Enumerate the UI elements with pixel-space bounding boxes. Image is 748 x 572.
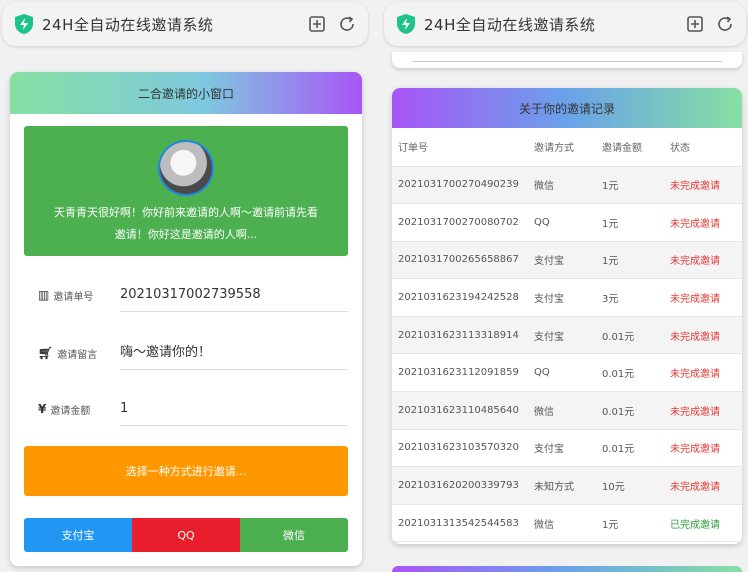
- message-row: 🛒︎ 邀请留言 嗨～邀请你的！: [38, 336, 348, 370]
- status-cell: 未完成邀请: [664, 166, 742, 205]
- status-cell: 未完成邀请: [664, 203, 742, 242]
- barcode-icon: ▥: [38, 288, 50, 302]
- status-cell: 未完成邀请: [664, 466, 742, 505]
- refresh-icon[interactable]: [338, 15, 356, 33]
- records-card-header: 关于你的邀请记录: [392, 88, 742, 128]
- next-card-edge: [392, 566, 742, 572]
- status-cell: 未完成邀请: [664, 391, 742, 430]
- status-cell: 未完成邀请: [664, 429, 742, 468]
- invite-card: 二合邀请的小窗口 天青青天很好啊！你好前来邀请的人啊～邀请前请先看 邀请！你好这…: [10, 72, 362, 566]
- method-cell: QQ: [528, 203, 596, 242]
- method-cell: 支付宝: [528, 278, 596, 317]
- amount-row: ¥ 邀请金额 1: [38, 392, 348, 426]
- amount-label: 邀请金额: [50, 405, 91, 417]
- column-header: 邀请金额: [596, 128, 664, 167]
- column-header: 订单号: [392, 128, 528, 167]
- shield-icon: [15, 14, 33, 34]
- previous-card-edge: [392, 52, 742, 68]
- greeting-panel: 天青青天很好啊！你好前来邀请的人啊～邀请前请先看 邀请！你好这是邀请的人啊...: [24, 126, 348, 256]
- table-row: 20210317002656588​67 支付宝 1元 未完成邀请: [392, 241, 742, 280]
- shield-icon: [397, 14, 415, 34]
- records-card: 关于你的邀请记录 订单号 邀请方式 邀请金额 状态 20210317002704…: [392, 88, 742, 544]
- greeting-text: 天青青天很好啊！你好前来邀请的人啊～邀请前请先看 邀请！你好这是邀请的人啊...: [24, 202, 348, 246]
- app-title: 24H全自动在线邀请系统: [42, 15, 214, 34]
- amount-cell: 0.01元: [596, 353, 664, 393]
- method-cell: 微信: [528, 166, 596, 205]
- greeting-line-2: 邀请！你好这是邀请的人啊...: [114, 228, 258, 241]
- status-cell: 未完成邀请: [664, 241, 742, 280]
- amount-cell: 1元: [596, 504, 664, 543]
- method-cell: 支付宝: [528, 316, 596, 355]
- invite-card-header: 二合邀请的小窗口: [10, 72, 362, 114]
- cart-icon: 🛒︎: [38, 346, 54, 360]
- records-table: 订单号 邀请方式 邀请金额 状态 20210317002704902​39 微信 1…: [392, 128, 742, 543]
- method-cell: 支付宝: [528, 429, 596, 468]
- order-id-cell: 20210316202003397​93: [392, 466, 528, 505]
- amount-cell: 0.01元: [596, 316, 664, 355]
- table-header-row: 订单号 邀请方式 邀请金额 状态: [392, 128, 742, 167]
- table-row: 20210316231104856​40 微信 0.01元 未完成邀请: [392, 391, 742, 430]
- method-cell: QQ: [528, 353, 596, 393]
- top-bar-right: 24H全自动在线邀请系统: [384, 2, 746, 46]
- status-cell: 未完成邀请: [664, 353, 742, 393]
- bookmark-add-icon[interactable]: [686, 15, 704, 33]
- order-id-cell: 20210316231133189​14: [392, 316, 528, 355]
- message-field[interactable]: 嗨～邀请你的！: [120, 336, 348, 370]
- amount-cell: 10元: [596, 466, 664, 505]
- amount-field[interactable]: 1: [120, 392, 348, 426]
- order-id-cell: 20210316231120918​59: [392, 353, 528, 393]
- qq-button[interactable]: QQ: [132, 518, 240, 552]
- wechat-button[interactable]: 微信: [240, 518, 348, 552]
- order-id-cell: 20210317002700807​02: [392, 203, 528, 242]
- payment-method-bar: 支付宝 QQ 微信: [24, 518, 348, 552]
- table-row: 20210316231120918​59 QQ 0.01元 未完成邀请: [392, 353, 742, 393]
- table-row: 20210317002700807​02 QQ 1元 未完成邀请: [392, 203, 742, 242]
- order-number-row: ▥ 邀请单号 20210317002739558: [38, 278, 348, 312]
- order-number-label: 邀请单号: [53, 291, 94, 303]
- order-id-cell: 20210316231104856​40: [392, 391, 528, 430]
- top-bar-left: 24H全自动在线邀请系统: [2, 2, 368, 46]
- alipay-button[interactable]: 支付宝: [24, 518, 132, 552]
- yen-icon: ¥: [38, 402, 47, 416]
- table-row: 20210316231035703​20 支付宝 0.01元 未完成邀请: [392, 429, 742, 468]
- order-id-cell: 20210317002704902​39: [392, 166, 528, 205]
- method-cell: 未知方式: [528, 466, 596, 505]
- amount-cell: 3元: [596, 278, 664, 317]
- method-cell: 微信: [528, 391, 596, 430]
- app-title: 24H全自动在线邀请系统: [424, 15, 596, 34]
- amount-cell: 1元: [596, 203, 664, 242]
- amount-cell: 0.01元: [596, 429, 664, 468]
- method-cell: 微信: [528, 504, 596, 543]
- table-row: 20210316231942425​28 支付宝 3元 未完成邀请: [392, 278, 742, 317]
- order-id-cell: 20210316231942425​28: [392, 278, 528, 317]
- amount-cell: 1元: [596, 241, 664, 280]
- table-row: 20210316202003397​93 未知方式 10元 未完成邀请: [392, 466, 742, 505]
- amount-cell: 0.01元: [596, 391, 664, 430]
- order-id-cell: 20210313135425445​83: [392, 504, 528, 543]
- table-row: 20210313135425445​83 微信 1元 已完成邀请: [392, 504, 742, 543]
- table-row: 20210317002704902​39 微信 1元 未完成邀请: [392, 166, 742, 205]
- order-id-cell: 20210316231035703​20: [392, 429, 528, 468]
- method-cell: 支付宝: [528, 241, 596, 280]
- status-cell: 未完成邀请: [664, 316, 742, 355]
- table-row: 20210316231133189​14 支付宝 0.01元 未完成邀请: [392, 316, 742, 355]
- message-label: 邀请留言: [57, 349, 98, 361]
- order-number-field[interactable]: 20210317002739558: [120, 278, 348, 312]
- greeting-line-1: 天青青天很好啊！你好前来邀请的人啊～邀请前请先看: [54, 206, 318, 219]
- order-id-cell: 20210317002656588​67: [392, 241, 528, 280]
- status-cell: 未完成邀请: [664, 278, 742, 317]
- amount-cell: 1元: [596, 166, 664, 205]
- status-cell: 已完成邀请: [664, 504, 742, 543]
- column-header: 状态: [664, 128, 742, 167]
- bookmark-add-icon[interactable]: [308, 15, 326, 33]
- refresh-icon[interactable]: [716, 15, 734, 33]
- column-header: 邀请方式: [528, 128, 596, 167]
- choose-method-button[interactable]: 选择一种方式进行邀请...: [24, 446, 348, 496]
- avatar: [158, 140, 214, 196]
